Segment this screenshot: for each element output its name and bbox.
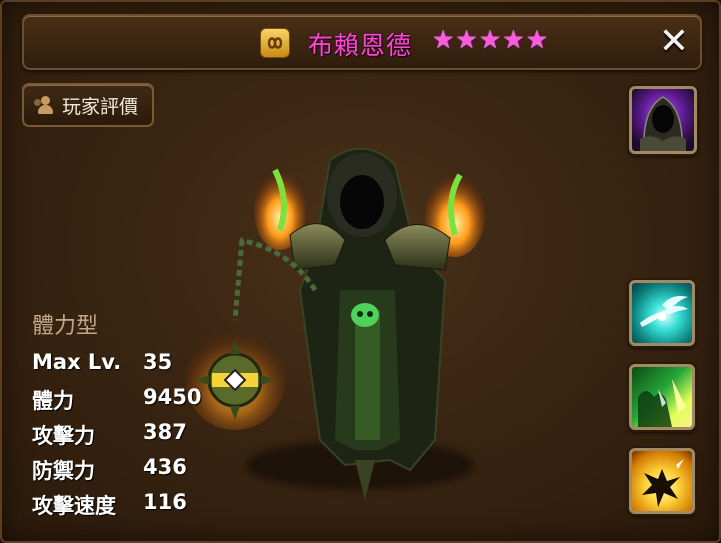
monster-info-panel: 布賴恩德 ★ ★ ★ ★ ★ ✕ 玩家評價 體力型 Max Lv. 35 體力 … [0,0,721,543]
winged-slash-skill-icon [640,296,688,327]
player-review-button[interactable]: 玩家評價 [22,83,154,127]
defense-label: 防禦力 [32,459,95,483]
star-icon: ★ [432,25,455,54]
skill-3-button[interactable] [629,448,695,514]
star-icon: ★ [502,25,525,54]
skill-2-button[interactable] [629,364,695,430]
monster-name: 布賴恩德 [308,31,413,60]
defense-value: 436 [143,455,187,479]
hp-label: 體力 [32,389,74,413]
player-review-label: 玩家評價 [62,95,139,118]
stat-type-label: 體力型 [32,314,99,339]
attack-speed-label: 攻擊速度 [32,494,116,518]
star-icon: ★ [525,25,549,54]
max-level-label: Max Lv. [32,350,122,374]
hp-value: 9450 [143,385,202,409]
max-level-value: 35 [143,350,173,374]
star-icon: ★ [455,25,478,54]
attack-label: 攻擊力 [32,424,95,448]
star-rating: ★ ★ ★ ★ ★ [432,25,548,55]
green-claw-skill-icon [638,379,686,427]
title-bar: 布賴恩德 ★ ★ ★ ★ ★ ✕ [22,14,702,70]
hooded-reaper-portrait-icon [640,96,686,151]
close-button[interactable]: ✕ [654,20,694,62]
attack-value: 387 [143,420,187,444]
skill-1-button[interactable] [629,280,695,346]
element-rune-icon [260,28,290,58]
monster-artwork [185,147,485,500]
yellow-burst-skill-icon [642,457,684,507]
monster-portrait-thumbnail[interactable] [629,86,697,154]
attack-speed-value: 116 [143,490,187,514]
close-icon: ✕ [658,20,690,62]
star-icon: ★ [478,25,502,54]
users-icon [34,95,56,115]
